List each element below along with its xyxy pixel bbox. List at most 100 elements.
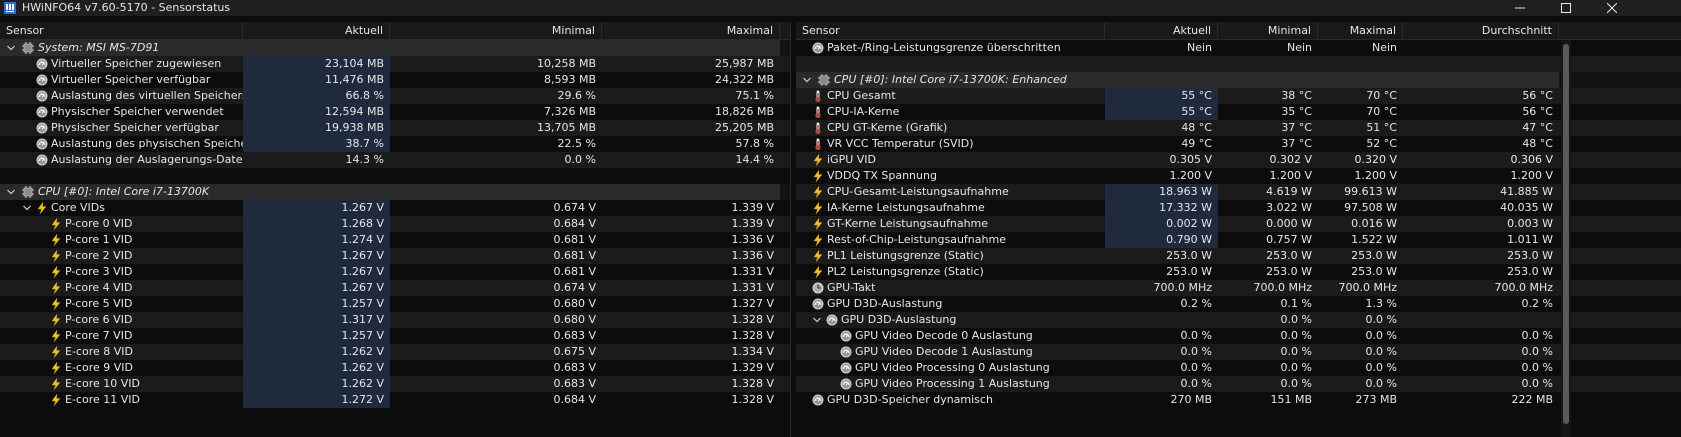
left-sensor-pane[interactable]: Sensor Aktuell Minimal Maximal System: M… <box>0 22 790 437</box>
sensor-label: GPU Video Processing 1 Auslastung <box>855 377 1050 390</box>
chip-icon <box>22 42 34 54</box>
sensor-row[interactable]: PL2 Leistungsgrenze (Static) 253.0 W 253.0… <box>796 264 1681 280</box>
average-value: 1.200 V <box>1510 169 1553 182</box>
sensor-row[interactable]: P-core 6 VID 1.317 V 0.680 V 1.328 V <box>0 312 790 328</box>
current-value: 1.274 V <box>243 232 390 248</box>
sensor-row[interactable]: Rest-of-Chip-Leistungsaufnahme 0.790 W 0.7… <box>796 232 1681 248</box>
sensor-row[interactable]: GT-Kerne Leistungsaufnahme 0.002 W 0.000 W… <box>796 216 1681 232</box>
sensor-row[interactable]: E-core 11 VID 1.272 V 0.684 V 1.328 V <box>0 392 790 408</box>
sensor-row[interactable]: P-core 3 VID 1.267 V 0.681 V 1.331 V <box>0 264 790 280</box>
sensor-label: E-core 8 VID <box>65 345 133 358</box>
sensor-row[interactable]: E-core 9 VID 1.262 V 0.683 V 1.329 V <box>0 360 790 376</box>
left-header-minimum[interactable]: Minimal <box>390 22 602 40</box>
sensor-row[interactable]: GPU D3D-Auslastung 0.2 % 0.1 % 1.3 % 0.2 % <box>796 296 1681 312</box>
sensor-row[interactable]: Physischer Speicher verfügbar 19,938 MB 13… <box>0 120 790 136</box>
collapse-chevron-icon[interactable] <box>802 75 812 85</box>
sensor-row[interactable]: P-core 4 VID 1.267 V 0.674 V 1.331 V <box>0 280 790 296</box>
sensor-row[interactable]: GPU Video Processing 1 Auslastung 0.0 % 0.… <box>796 376 1681 392</box>
group-band <box>390 184 602 200</box>
right-header-current[interactable]: Aktuell <box>1105 22 1218 40</box>
sensor-row[interactable]: Physischer Speicher verwendet 12,594 MB 7,… <box>0 104 790 120</box>
sensor-row[interactable]: Virtueller Speicher zugewiesen 23,104 MB 1… <box>0 56 790 72</box>
close-button[interactable] <box>1589 0 1635 16</box>
sensor-row[interactable]: CPU Gesamt 55 °C 38 °C 70 °C 56 °C <box>796 88 1681 104</box>
right-header-maximum[interactable]: Maximal <box>1318 22 1403 40</box>
group-band <box>602 40 780 56</box>
sensor-row[interactable]: Auslastung der Auslagerungs-Datei 14.3 % 0… <box>0 152 790 168</box>
sensor-row[interactable]: CPU-IA-Kerne 55 °C 35 °C 70 °C 56 °C <box>796 104 1681 120</box>
sensor-row[interactable]: GPU Video Processing 0 Auslastung 0.0 % 0.… <box>796 360 1681 376</box>
spacer-row <box>796 56 1681 72</box>
title-bar[interactable]: HWiNFO64 v7.60-5170 - Sensorstatus <box>0 0 1681 16</box>
sensor-row[interactable]: Paket-/Ring-Leistungsgrenze überschritte… <box>796 40 1681 56</box>
group-header-row[interactable]: CPU [#0]: Intel Core i7-13700K: Enhanced <box>796 72 1681 88</box>
collapse-chevron-icon[interactable] <box>812 315 822 325</box>
sensor-row[interactable]: Virtueller Speicher verfügbar 11,476 MB 8,… <box>0 72 790 88</box>
sensor-row[interactable]: CPU GT-Kerne (Grafik) 48 °C 37 °C 51 °C 47 °… <box>796 120 1681 136</box>
sensor-row[interactable]: iGPU VID 0.305 V 0.302 V 0.320 V 0.306 V <box>796 152 1681 168</box>
group-band <box>602 184 780 200</box>
bolt-icon <box>812 201 824 215</box>
collapse-chevron-icon[interactable] <box>6 187 16 197</box>
current-value: 253.0 W <box>1166 249 1212 262</box>
sensor-row[interactable]: Core VIDs 1.267 V 0.674 V 1.339 V <box>0 200 790 216</box>
sensor-row[interactable]: VDDQ TX Spannung 1.200 V 1.200 V 1.200 V 1.2… <box>796 168 1681 184</box>
sensor-row[interactable]: Auslastung des virtuellen Speichers 66.8 … <box>0 88 790 104</box>
maximum-value: Nein <box>1371 41 1397 54</box>
sensor-row[interactable]: P-core 7 VID 1.257 V 0.683 V 1.328 V <box>0 328 790 344</box>
right-sensor-pane[interactable]: Sensor Aktuell Minimal Maximal Durchschn… <box>796 22 1681 437</box>
sensor-label: Auslastung der Auslagerungs-Datei <box>51 153 243 166</box>
minimum-value: 0.0 % <box>1280 313 1312 326</box>
sensor-row[interactable]: GPU D3D-Auslastung 0.0 % 0.0 % <box>796 312 1681 328</box>
sensor-row[interactable]: CPU-Gesamt-Leistungsaufnahme 18.963 W 4.61… <box>796 184 1681 200</box>
sensor-row[interactable]: VR VCC Temperatur (SVID) 49 °C 37 °C 52 °C 4… <box>796 136 1681 152</box>
current-value: 49 °C <box>1181 137 1212 150</box>
left-header-sensor[interactable]: Sensor <box>0 22 243 40</box>
average-value: 56 °C <box>1522 105 1553 118</box>
sensor-row[interactable]: GPU-Takt 700.0 MHz 700.0 MHz 700.0 MHz 700.0… <box>796 280 1681 296</box>
sensor-row[interactable]: Auslastung des physischen Speichers 38.7 … <box>0 136 790 152</box>
collapse-chevron-icon[interactable] <box>6 43 16 53</box>
group-header-row[interactable]: CPU [#0]: Intel Core i7-13700K <box>0 184 790 200</box>
maximum-value: 1.328 V <box>731 313 774 326</box>
current-value: 1.317 V <box>243 312 390 328</box>
current-value: 253.0 W <box>1166 265 1212 278</box>
current-value: 18.963 W <box>1105 184 1218 200</box>
bolt-icon <box>812 233 824 247</box>
current-value: 0.002 W <box>1105 216 1218 232</box>
sensor-row[interactable]: GPU Video Decode 1 Auslastung 0.0 % 0.0 % 0… <box>796 344 1681 360</box>
sensor-row[interactable]: GPU D3D-Speicher dynamisch 270 MB 151 MB 27… <box>796 392 1681 408</box>
current-value: 66.8 % <box>243 88 390 104</box>
sensor-row[interactable]: GPU Video Decode 0 Auslastung 0.0 % 0.0 % 0… <box>796 328 1681 344</box>
sensor-row[interactable]: E-core 8 VID 1.262 V 0.675 V 1.334 V <box>0 344 790 360</box>
sensor-row[interactable]: P-core 1 VID 1.274 V 0.681 V 1.336 V <box>0 232 790 248</box>
sensor-row[interactable]: E-core 10 VID 1.262 V 0.683 V 1.328 V <box>0 376 790 392</box>
maximum-value: 273 MB <box>1355 393 1397 406</box>
maximize-button[interactable] <box>1543 0 1589 16</box>
sensor-row[interactable]: IA-Kerne Leistungsaufnahme 17.332 W 3.022 … <box>796 200 1681 216</box>
right-scrollbar-thumb[interactable] <box>1563 44 1569 424</box>
maximum-value: 1.3 % <box>1365 297 1397 310</box>
left-header-maximum[interactable]: Maximal <box>602 22 780 40</box>
minimize-button[interactable] <box>1497 0 1543 16</box>
maximum-value: 1.328 V <box>731 377 774 390</box>
average-value: 41.885 W <box>1500 185 1553 198</box>
group-header-row[interactable]: System: MSI MS-7D91 <box>0 40 790 56</box>
sensor-row[interactable]: P-core 0 VID 1.268 V 0.684 V 1.339 V <box>0 216 790 232</box>
average-value: 253.0 W <box>1507 249 1553 262</box>
collapse-chevron-icon[interactable] <box>22 203 32 213</box>
average-value: 40.035 W <box>1500 201 1553 214</box>
right-header-sensor[interactable]: Sensor <box>796 22 1105 40</box>
right-header-minimum[interactable]: Minimal <box>1218 22 1318 40</box>
right-scrollbar[interactable] <box>1561 40 1571 437</box>
sensor-row[interactable]: P-core 5 VID 1.257 V 0.680 V 1.327 V <box>0 296 790 312</box>
close-icon <box>1607 3 1617 13</box>
maximum-value: 70 °C <box>1366 105 1397 118</box>
sensor-label: CPU GT-Kerne (Grafik) <box>827 121 948 134</box>
left-header-current[interactable]: Aktuell <box>243 22 390 40</box>
right-header-average[interactable]: Durchschnitt <box>1403 22 1559 40</box>
sensor-row[interactable]: P-core 2 VID 1.267 V 0.681 V 1.336 V <box>0 248 790 264</box>
sensor-label: PL1 Leistungsgrenze (Static) <box>827 249 984 262</box>
gauge-icon <box>826 314 838 326</box>
sensor-row[interactable]: PL1 Leistungsgrenze (Static) 253.0 W 253.0… <box>796 248 1681 264</box>
